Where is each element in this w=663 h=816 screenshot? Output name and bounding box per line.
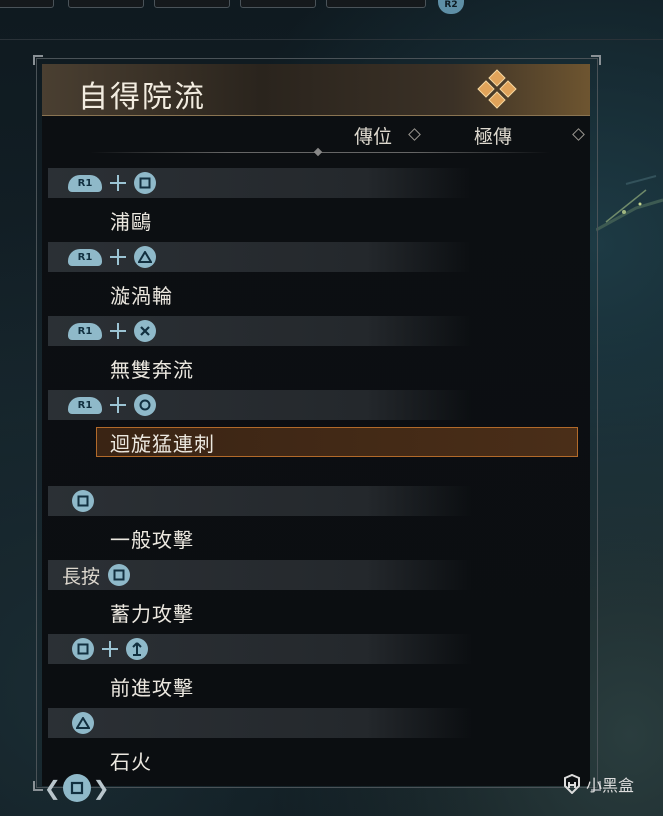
column-header-1: 傳位 (354, 126, 393, 148)
move-item-selected[interactable]: 迴旋猛連刺 (48, 420, 578, 464)
watermark: 小黑盒 (562, 772, 634, 796)
combo-row: R1 (48, 168, 578, 198)
top-tab-4[interactable] (240, 0, 316, 8)
move-name: 漩渦輪 (110, 283, 173, 308)
combo-row: R1 (48, 242, 578, 272)
plus-icon (107, 320, 129, 342)
combo-row (48, 708, 578, 738)
moves-panel: 自得院流 傳位 極傳 R1 浦鷗 R1 漩渦輪 R1 無雙奔流 R1 迴旋猛連刺… (42, 64, 590, 786)
r1-button-icon: R1 (68, 396, 102, 414)
hold-label: 長按 (62, 565, 101, 588)
style-title: 自得院流 (78, 80, 206, 115)
chevron-right-icon[interactable]: ❯ (93, 776, 110, 800)
combo-row (48, 486, 578, 516)
plus-icon (107, 246, 129, 268)
square-button-icon (72, 490, 94, 512)
gold-diamond-crest-icon (472, 68, 522, 112)
move-item[interactable]: 石火 (48, 738, 578, 782)
triangle-button-icon (134, 246, 156, 268)
r1-button-icon: R1 (68, 322, 102, 340)
background-glint (595, 150, 663, 250)
move-item[interactable]: 一般攻擊 (48, 516, 578, 560)
heybox-logo-icon (562, 773, 582, 795)
top-tab-strip: R2 (0, 0, 663, 40)
move-name: 蓄力攻擊 (110, 601, 194, 626)
combo-row (48, 634, 578, 664)
bottom-nav: ❮ ❯ (44, 772, 110, 804)
move-item[interactable]: 漩渦輪 (48, 272, 578, 316)
square-button-icon (134, 172, 156, 194)
move-name: 無雙奔流 (110, 357, 194, 382)
top-tab-2[interactable] (68, 0, 144, 8)
left-stick-up-icon (126, 638, 148, 660)
title-bar: 自得院流 (42, 64, 590, 116)
combo-row: R1 (48, 390, 578, 420)
move-name: 一般攻擊 (110, 527, 194, 552)
move-name: 石火 (110, 749, 152, 774)
top-tab-3[interactable] (154, 0, 230, 8)
combo-row: 長按 (48, 560, 578, 590)
chevron-left-icon[interactable]: ❮ (44, 776, 61, 800)
top-tab-1[interactable] (0, 0, 54, 8)
r2-button-badge: R2 (438, 0, 464, 14)
plus-icon (107, 394, 129, 416)
plus-icon (99, 638, 121, 660)
watermark-text: 小黑盒 (586, 776, 635, 795)
r1-button-icon: R1 (68, 248, 102, 266)
plus-icon (107, 172, 129, 194)
square-button-icon (108, 564, 131, 586)
diamond-icon (408, 128, 421, 141)
move-item[interactable]: 浦鷗 (48, 198, 578, 242)
move-name: 浦鷗 (110, 209, 152, 234)
move-item[interactable]: 前進攻擊 (48, 664, 578, 708)
move-item[interactable]: 無雙奔流 (48, 346, 578, 390)
move-name: 迴旋猛連刺 (110, 431, 215, 456)
circle-button-icon (134, 394, 156, 416)
square-button-icon[interactable] (62, 774, 91, 802)
triangle-button-icon (72, 712, 94, 734)
column-header-2: 極傳 (474, 126, 513, 148)
cross-button-icon (134, 320, 156, 342)
r1-button-icon: R1 (68, 174, 102, 192)
square-button-icon (72, 638, 94, 660)
diamond-icon (572, 128, 585, 141)
move-item[interactable]: 蓄力攻擊 (48, 590, 578, 634)
combo-row: R1 (48, 316, 578, 346)
top-tab-5[interactable] (326, 0, 426, 8)
move-list: R1 浦鷗 R1 漩渦輪 R1 無雙奔流 R1 迴旋猛連刺 一般攻擊 長按 蓄力… (48, 168, 578, 782)
move-name: 前進攻擊 (110, 675, 194, 700)
